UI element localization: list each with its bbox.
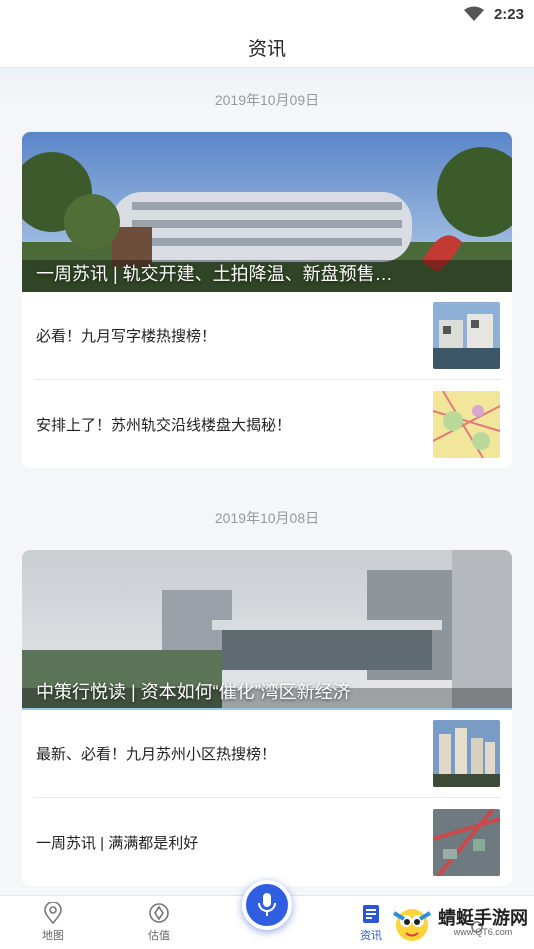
news-feed[interactable]: 2019年10月09日 一周苏讯 | 轨交开建、土拍降温、新盘预售… 必看！九月… [0,68,534,895]
watermark-text: 蜻蜓手游网 [438,908,528,928]
tab-valuation[interactable]: 估值 [106,896,212,949]
dragonfly-logo-icon [392,909,432,941]
valuation-icon [149,903,169,923]
headline-title: 中策行悦读 | 资本如何“催化”湾区新经济 [36,682,351,702]
news-item[interactable]: 最新、必看！九月苏州小区热搜榜！ [34,710,500,798]
tab-news-label: 资讯 [360,930,382,942]
headline-banner[interactable]: 一周苏讯 | 轨交开建、土拍降温、新盘预售… [22,132,512,292]
page-title: 资讯 [247,39,286,60]
news-item[interactable]: 一周苏讯 | 满满都是利好 [34,798,500,886]
tab-map-label: 地图 [42,930,64,942]
news-thumbnail [433,808,500,876]
watermark-url: www.QT6.com [453,927,513,937]
map-pin-icon [44,902,62,924]
date-label: 2019年10月08日 [214,510,320,526]
news-item[interactable]: 必看！九月写字楼热搜榜！ [34,292,500,380]
news-item-title: 一周苏讯 | 满满都是利好 [36,834,199,852]
news-thumbnail [433,390,500,458]
date-label: 2019年10月09日 [214,92,320,108]
app-header: 资讯 [0,28,534,68]
site-watermark: 蜻蜓手游网 www.QT6.com [390,903,528,943]
news-thumbnail [433,302,500,369]
news-card: 中策行悦读 | 资本如何“催化”湾区新经济 最新、必看！九月苏州小区热搜榜！ 一… [22,550,512,886]
wifi-icon [463,6,484,21]
news-item-title: 安排上了！苏州轨交沿线楼盘大揭秘！ [36,416,292,434]
microphone-icon [258,893,276,916]
headline-banner[interactable]: 中策行悦读 | 资本如何“催化”湾区新经济 [22,550,512,710]
news-icon [363,905,379,923]
news-item-title: 最新、必看！九月苏州小区热搜榜！ [36,746,277,763]
news-thumbnail [433,720,500,787]
news-card: 一周苏讯 | 轨交开建、土拍降温、新盘预售… 必看！九月写字楼热搜榜！ 安排上了… [22,132,512,468]
status-time: 2:23 [493,5,524,23]
news-item-title: 必看！九月写字楼热搜榜！ [36,328,217,345]
tab-valuation-label: 估值 [148,930,170,942]
news-item[interactable]: 安排上了！苏州轨交沿线楼盘大揭秘！ [34,380,500,468]
tab-map[interactable]: 地图 [0,896,106,949]
voice-search-button[interactable] [242,880,292,930]
status-bar: 2:23 [0,0,534,28]
headline-title: 一周苏讯 | 轨交开建、土拍降温、新盘预售… [36,264,393,284]
